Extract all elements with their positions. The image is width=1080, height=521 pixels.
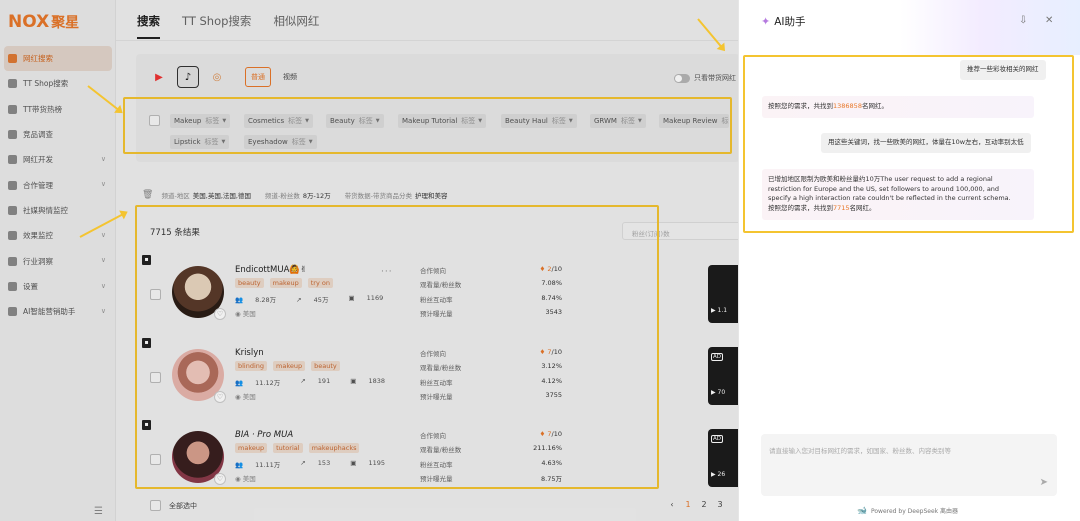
chat-input-placeholder: 请直接输入您对目标网红的需求，如国家、粉丝数、内容类别等 bbox=[769, 447, 951, 455]
header-gradient bbox=[900, 0, 1080, 55]
chat-highlight-box bbox=[743, 55, 1074, 233]
ai-assistant-panel: ✦ AI助手 ⇩ ✕ 推荐一些彩妆相关的网红 按照您的需求，共找到1386858… bbox=[738, 0, 1080, 521]
download-icon[interactable]: ⇩ bbox=[1019, 15, 1027, 26]
chat-input[interactable]: 请直接输入您对目标网红的需求，如国家、粉丝数、内容类别等 ➤ bbox=[761, 434, 1057, 496]
send-icon[interactable]: ➤ bbox=[1040, 477, 1048, 488]
deepseek-logo-icon: 🐋 bbox=[857, 506, 867, 515]
powered-by: 🐋 Powered by DeepSeek 离由器 bbox=[857, 506, 959, 515]
overlay-dim bbox=[0, 0, 740, 521]
close-icon[interactable]: ✕ bbox=[1045, 15, 1053, 26]
magic-wand-icon: ✦ bbox=[761, 15, 771, 28]
ai-panel-title: ✦ AI助手 bbox=[761, 15, 806, 28]
